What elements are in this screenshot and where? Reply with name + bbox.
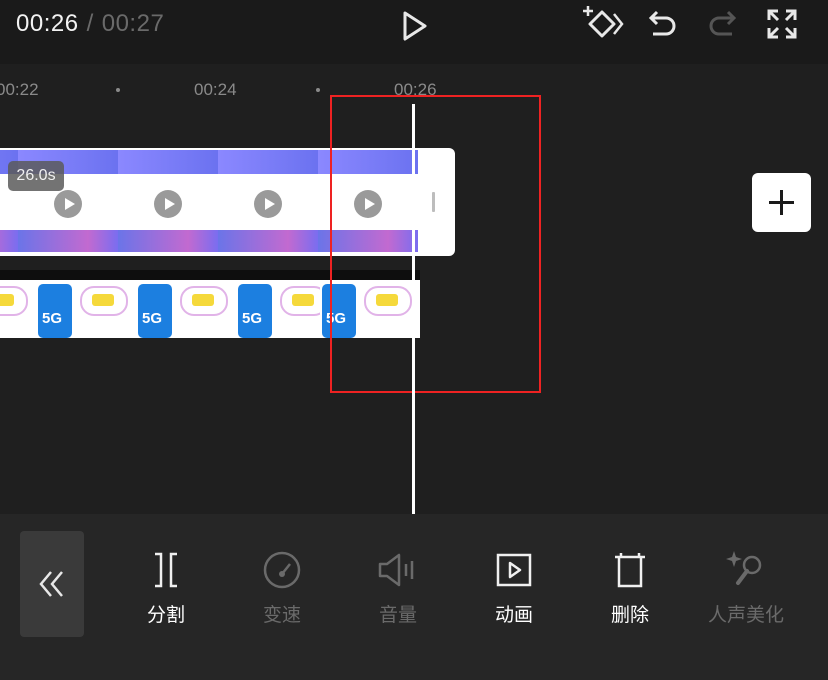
split-tool[interactable]: 分割 bbox=[126, 550, 206, 627]
add-clip-button[interactable] bbox=[752, 173, 811, 232]
fullscreen-icon bbox=[767, 9, 797, 39]
collapse-toolbar-button[interactable] bbox=[20, 531, 84, 637]
ruler-dot bbox=[116, 88, 120, 92]
clip-duration-badge: 26.0s bbox=[8, 161, 64, 191]
split-icon bbox=[155, 552, 177, 588]
thumbnail-play-icon bbox=[154, 190, 182, 218]
play-icon bbox=[403, 11, 427, 41]
overlay-thumbnail: 5G bbox=[36, 280, 136, 338]
ruler-tick-label: 00:22 bbox=[0, 80, 39, 99]
total-time: 00:27 bbox=[101, 10, 165, 37]
add-keyframe-icon bbox=[583, 6, 624, 38]
volume-tool[interactable]: 音量 bbox=[358, 550, 438, 627]
undo-button[interactable] bbox=[645, 6, 681, 42]
speed-tool-label: 变速 bbox=[262, 605, 301, 626]
bottom-toolbar: 分割 变速 音量 动画 删除 人声美化 bbox=[0, 514, 828, 680]
speed-icon bbox=[263, 551, 301, 589]
thumbnail-play-icon bbox=[254, 190, 282, 218]
play-button[interactable] bbox=[396, 8, 432, 44]
volume-tool-label: 音量 bbox=[378, 605, 417, 626]
overlay-thumbnail: 5G bbox=[136, 280, 236, 338]
ruler-dot bbox=[316, 88, 320, 92]
animation-tool[interactable]: 动画 bbox=[474, 550, 554, 627]
delete-tool-label: 删除 bbox=[610, 605, 649, 626]
voice-beautify-icon bbox=[726, 551, 762, 585]
current-time: 00:26 bbox=[16, 10, 79, 37]
delete-icon bbox=[615, 553, 645, 588]
plus-icon bbox=[769, 190, 794, 215]
redo-button[interactable] bbox=[704, 6, 740, 42]
redo-icon bbox=[709, 10, 737, 36]
thumbnail-play-icon bbox=[54, 190, 82, 218]
overlay-thumbnail: 5G bbox=[0, 280, 36, 338]
time-separator: / bbox=[86, 10, 94, 37]
playhead[interactable] bbox=[412, 104, 415, 514]
fullscreen-button[interactable] bbox=[764, 6, 800, 42]
split-tool-label: 分割 bbox=[146, 605, 185, 626]
volume-icon bbox=[378, 553, 414, 587]
undo-icon bbox=[648, 10, 676, 36]
voice-beautify-tool[interactable]: 人声美化 bbox=[706, 550, 786, 627]
voice-beautify-tool-label: 人声美化 bbox=[707, 605, 784, 626]
clip-thumbnail bbox=[118, 150, 218, 252]
ruler-tick-label: 00:24 bbox=[194, 80, 237, 99]
speed-tool[interactable]: 变速 bbox=[242, 550, 322, 627]
selection-highlight-box bbox=[330, 95, 541, 393]
top-bar: 00:26 / 00:27 bbox=[0, 0, 828, 64]
clip-thumbnail bbox=[218, 150, 318, 252]
delete-tool[interactable]: 删除 bbox=[590, 550, 670, 627]
double-chevron-left-icon bbox=[39, 571, 63, 597]
animation-icon bbox=[496, 553, 532, 587]
animation-tool-label: 动画 bbox=[494, 605, 533, 626]
time-display: 00:26 / 00:27 bbox=[16, 10, 164, 38]
add-keyframe-button[interactable] bbox=[580, 4, 626, 44]
